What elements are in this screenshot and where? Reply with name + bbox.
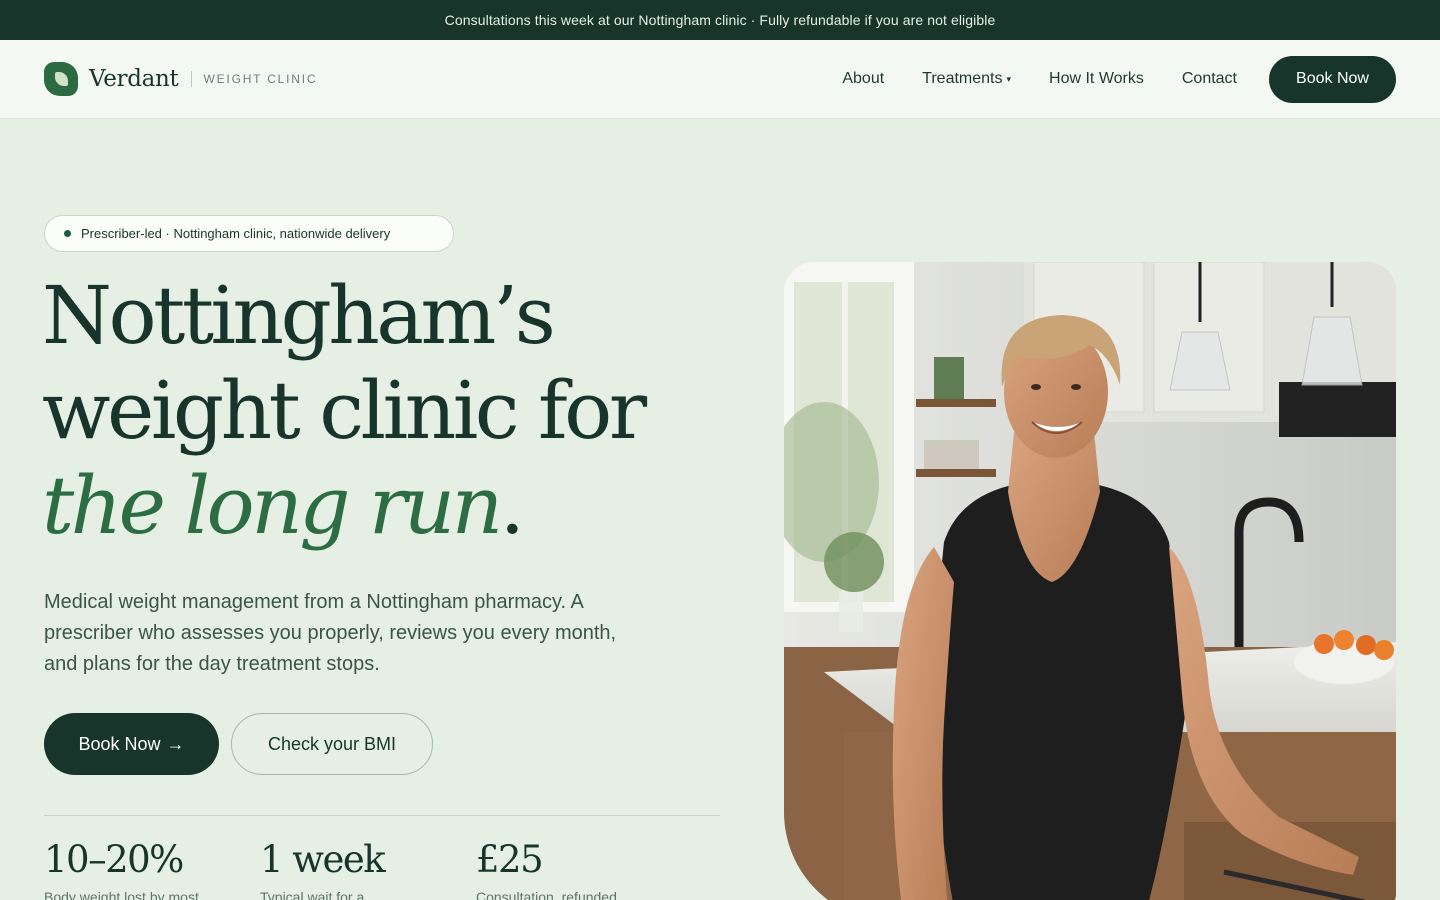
stat-label: Typical wait for a [260, 889, 365, 900]
nav-about[interactable]: About [842, 70, 884, 88]
headline-line-1: Nottingham’s [42, 269, 556, 362]
main-nav: About Treatments ▾ How It Works Contact … [842, 55, 1396, 103]
brand-tagline: WEIGHT CLINIC [203, 72, 318, 86]
nav-contact[interactable]: Contact [1182, 70, 1237, 88]
hero-book-now-label: Book Now [78, 733, 161, 754]
hero-photo-illustration [784, 262, 1396, 900]
status-dot-icon [64, 230, 71, 237]
stat-label: Consultation, refunded [476, 889, 617, 900]
arrow-right-icon: → [166, 733, 185, 754]
stat-wait-time: 1 week Typical wait for a [260, 838, 450, 900]
stat-value: £25 [476, 838, 544, 881]
trust-pill-text: Prescriber-led · Nottingham clinic, nati… [81, 226, 391, 241]
headline-line-3: the long run. [42, 458, 742, 553]
leaf-logo-icon [44, 62, 78, 96]
site-header: Verdant WEIGHT CLINIC About Treatments ▾… [0, 40, 1440, 119]
stat-value: 1 week [260, 838, 386, 881]
nav-treatments-label: Treatments [922, 70, 1003, 87]
hero-photo [784, 262, 1396, 900]
stat-weight-loss: 10–20% Body weight lost by most [44, 838, 234, 900]
nav-how-it-works-label: How It Works [1049, 70, 1144, 87]
header-book-now-button[interactable]: Book Now [1269, 55, 1396, 103]
headline-period: . [499, 459, 525, 552]
headline-line-2: weight clinic for [42, 364, 647, 457]
brand-logo[interactable]: Verdant WEIGHT CLINIC [44, 62, 317, 96]
stat-value: 10–20% [44, 838, 184, 881]
hero-book-now-button[interactable]: Book Now → [44, 713, 219, 775]
trust-pill: Prescriber-led · Nottingham clinic, nati… [44, 215, 454, 252]
nav-contact-label: Contact [1181, 70, 1237, 87]
hero-description: Medical weight management from a Notting… [44, 591, 617, 675]
hero-headline: Nottingham’s weight clinic for the long … [42, 268, 742, 553]
brand-name: Verdant [89, 66, 179, 92]
stats-divider [44, 815, 720, 816]
stat-consultation-fee: £25 Consultation, refunded [476, 838, 666, 900]
chevron-down-icon: ▾ [1006, 73, 1012, 84]
headline-accent: the long run [42, 459, 503, 552]
announcement-bar: Consultations this week at our Nottingha… [0, 0, 1440, 40]
stat-label: Body weight lost by most [44, 889, 199, 900]
brand-divider [190, 71, 192, 87]
nav-about-label: About [842, 70, 885, 87]
check-bmi-button[interactable]: Check your BMI [231, 713, 433, 775]
nav-treatments[interactable]: Treatments ▾ [922, 70, 1011, 88]
nav-how-it-works[interactable]: How It Works [1049, 70, 1144, 88]
announcement-text: Consultations this week at our Nottingha… [444, 12, 996, 28]
